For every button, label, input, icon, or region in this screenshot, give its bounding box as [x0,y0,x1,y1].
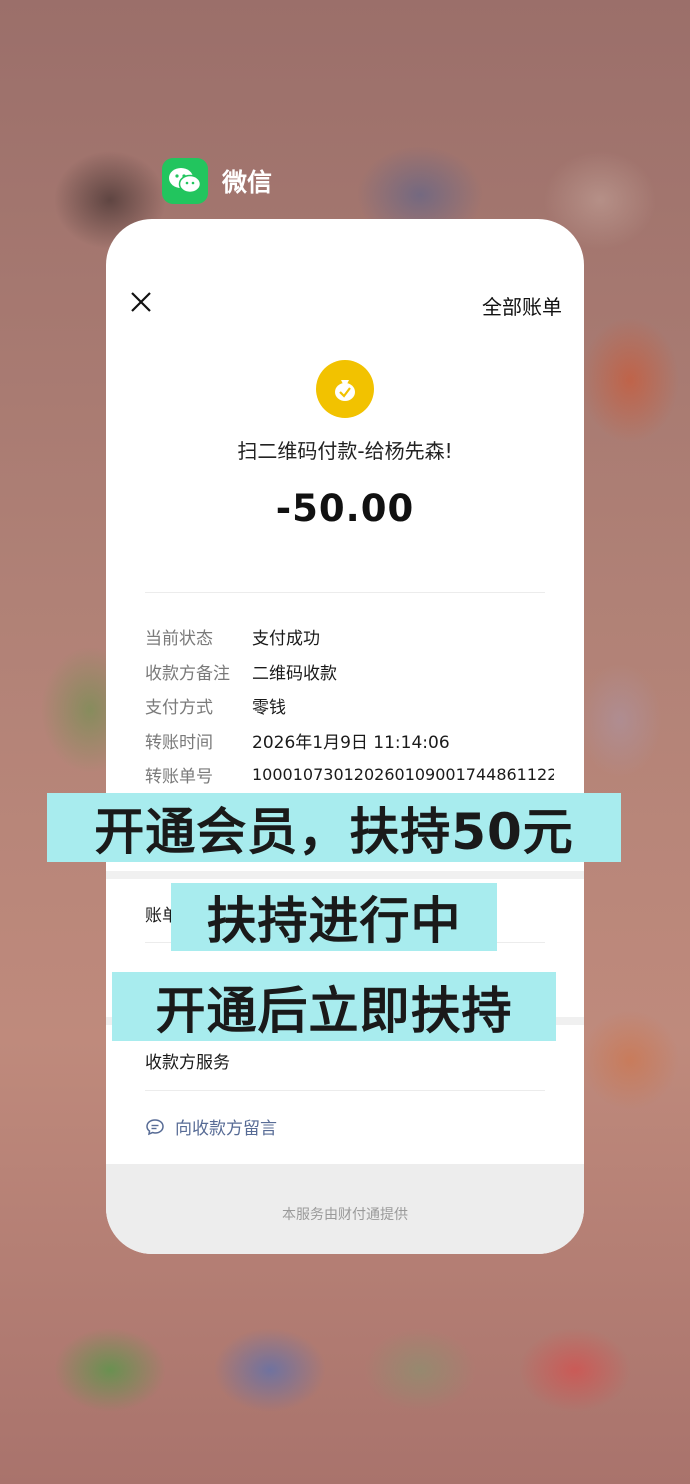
detail-row-payment-method: 支付方式 零钱 [145,690,554,720]
detail-label: 收款方备注 [145,663,230,684]
bill-detail-card[interactable]: 全部账单 扫二维码付款-给杨先森! -50.00 当前状态 支付成功 收款方备注… [106,219,584,1254]
wechat-icon [162,158,208,204]
all-bills-link[interactable]: 全部账单 [482,291,562,320]
detail-value: 二维码收款 [252,663,337,684]
divider [145,592,545,593]
footer-text: 本服务由财付通提供 [282,1207,408,1223]
message-merchant-link[interactable]: 向收款方留言 [145,1114,277,1139]
money-bag-icon [316,360,374,418]
chat-bubble-icon [146,1118,164,1135]
detail-value: 支付成功 [252,628,320,649]
app-name: 微信 [222,168,273,197]
merchant-service-row[interactable]: 收款方服务 [145,1048,230,1073]
detail-row-remark: 收款方备注 二维码收款 [145,656,554,686]
close-icon[interactable] [128,289,154,315]
detail-label: 转账单号 [145,766,213,787]
overlay-caption-line3: 开通后立即扶持 [112,972,556,1041]
divider [145,1090,545,1091]
transaction-amount: -50.00 [275,487,415,530]
detail-label: 转账时间 [145,732,213,753]
overlay-caption-line1: 开通会员，扶持50元 [47,793,621,862]
detail-row-status: 当前状态 支付成功 [145,621,554,651]
detail-value[interactable]: 100010730120260109001744861122 [252,765,554,784]
section-separator [106,871,584,879]
app-switcher-header[interactable]: 微信 [162,158,272,204]
message-merchant-label: 向收款方留言 [175,1119,277,1139]
transaction-title: 扫二维码付款-给杨先森! [237,439,453,463]
detail-value: 零钱 [252,697,286,718]
detail-label: 当前状态 [145,628,213,649]
detail-label: 支付方式 [145,697,213,718]
overlay-caption-line2: 扶持进行中 [171,883,497,951]
detail-row-transfer-number: 转账单号 100010730120260109001744861122 [145,759,554,789]
detail-row-transfer-time: 转账时间 2026年1月9日 11:14:06 [145,725,554,755]
detail-value: 2026年1月9日 11:14:06 [252,732,450,753]
